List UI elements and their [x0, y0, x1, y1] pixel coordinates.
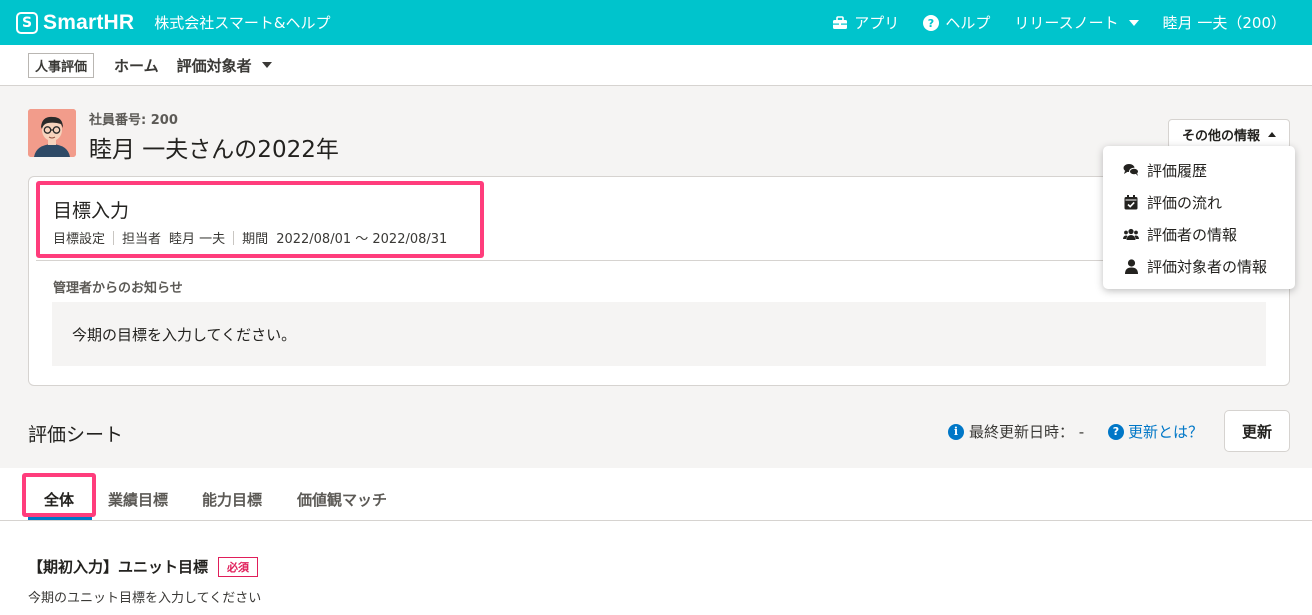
- nav-home[interactable]: ホーム: [114, 55, 159, 76]
- release-notes-label: リリースノート: [1014, 14, 1119, 32]
- menu-item-flow[interactable]: 評価の流れ: [1103, 186, 1295, 218]
- divider: [233, 230, 235, 245]
- nav-home-label: ホーム: [114, 56, 159, 75]
- assignee-name: 睦月 一夫: [169, 232, 226, 247]
- global-nav: アプリ ? ヘルプ リリースノート 睦月 一夫（200）: [832, 0, 1312, 45]
- menu-item-target-info[interactable]: 評価対象者の情報: [1103, 250, 1295, 282]
- chevron-down-icon: [1128, 19, 1139, 26]
- users-icon: [1123, 226, 1139, 242]
- other-info-menu: 評価履歴 評価の流れ 評価者の情報 評価対象者の情報: [1103, 146, 1295, 289]
- chevron-down-icon: [261, 62, 272, 68]
- last-updated: i 最終更新日時： -: [948, 421, 1084, 442]
- menu-item-evaluators[interactable]: 評価者の情報: [1103, 218, 1295, 250]
- update-help-label: 更新とは？: [1128, 423, 1204, 441]
- question-circle-icon: ?: [1108, 423, 1124, 440]
- svg-text:?: ?: [928, 17, 934, 30]
- required-badge: 必須: [218, 556, 259, 577]
- info-icon: i: [948, 423, 964, 440]
- menu-item-label: 評価履歴: [1147, 161, 1208, 180]
- user-label: 睦月 一夫（200）: [1162, 14, 1286, 32]
- chevron-up-icon: [1268, 131, 1276, 137]
- notice-label: 管理者からのお知らせ: [53, 281, 183, 296]
- period-value: 2022/08/01 〜 2022/08/31: [276, 232, 448, 247]
- card-divider: [36, 260, 1282, 261]
- logo-text: SmartHR: [43, 10, 135, 34]
- stage-meta: 目標設定 担当者 睦月 一夫 期間 2022/08/01 〜 2022/08/3…: [53, 228, 447, 247]
- app-nav: 人事評価 ホーム 評価対象者: [0, 45, 1312, 86]
- tab-ability-goals[interactable]: 能力目標: [202, 489, 262, 510]
- company-name: 株式会社スマート&ヘルプ: [154, 14, 331, 32]
- notice-text: 今期の目標を入力してください。: [72, 326, 297, 344]
- tab-bar: [0, 468, 1312, 521]
- last-updated-text: 最終更新日時： -: [969, 423, 1085, 441]
- tab-performance-goals[interactable]: 業績目標: [108, 489, 168, 510]
- tab-highlight-frame: [22, 473, 96, 517]
- toolbox-icon: [832, 15, 848, 30]
- global-header: S SmartHR 株式会社スマート&ヘルプ アプリ ? ヘルプ リリースノート…: [0, 0, 1312, 45]
- chat-bubbles-icon: [1123, 162, 1139, 178]
- nav-targets[interactable]: 評価対象者: [177, 55, 272, 76]
- sheet-title: 評価シート: [28, 424, 124, 446]
- release-notes-menu[interactable]: リリースノート: [1014, 12, 1139, 33]
- stage-title: 目標入力: [53, 200, 130, 222]
- stage-type: 目標設定: [53, 232, 106, 247]
- item-title-text: 【期初入力】ユニット目標: [28, 558, 209, 576]
- calendar-check-icon: [1123, 194, 1139, 210]
- user-icon: [1123, 258, 1139, 274]
- active-tab-indicator: [28, 517, 92, 520]
- avatar: [28, 109, 76, 157]
- apps-label: アプリ: [854, 14, 900, 32]
- update-help-link[interactable]: ? 更新とは？: [1108, 421, 1203, 442]
- menu-item-label: 評価の流れ: [1147, 193, 1223, 212]
- page-title: 睦月 一夫さんの2022年: [89, 137, 339, 163]
- item-description: 今期のユニット目標を入力してください: [28, 591, 262, 606]
- apps-menu[interactable]: アプリ: [832, 12, 899, 33]
- help-label: ヘルプ: [945, 14, 991, 32]
- user-menu[interactable]: 睦月 一夫（200）: [1163, 12, 1286, 33]
- smarthr-logo[interactable]: S SmartHR: [16, 11, 134, 35]
- employee-number: 社員番号: 200: [89, 113, 178, 128]
- divider: [113, 230, 115, 245]
- tab-value-match[interactable]: 価値観マッチ: [297, 489, 387, 510]
- nav-targets-label: 評価対象者: [176, 56, 252, 75]
- app-badge: 人事評価: [28, 52, 95, 78]
- assignee-label: 担当者: [122, 232, 162, 247]
- period-label: 期間: [242, 232, 269, 247]
- menu-item-label: 評価対象者の情報: [1147, 257, 1268, 276]
- menu-item-label: 評価者の情報: [1147, 225, 1238, 244]
- update-button[interactable]: 更新: [1224, 410, 1290, 452]
- menu-item-history[interactable]: 評価履歴: [1103, 154, 1295, 186]
- item-title: 【期初入力】ユニット目標 必須: [28, 556, 259, 577]
- smarthr-logo-icon: S: [16, 11, 38, 34]
- help-menu[interactable]: ? ヘルプ: [923, 12, 990, 33]
- other-info-button[interactable]: その他の情報: [1168, 119, 1290, 149]
- other-info-label: その他の情報: [1181, 128, 1260, 144]
- question-circle-icon: ?: [923, 14, 940, 31]
